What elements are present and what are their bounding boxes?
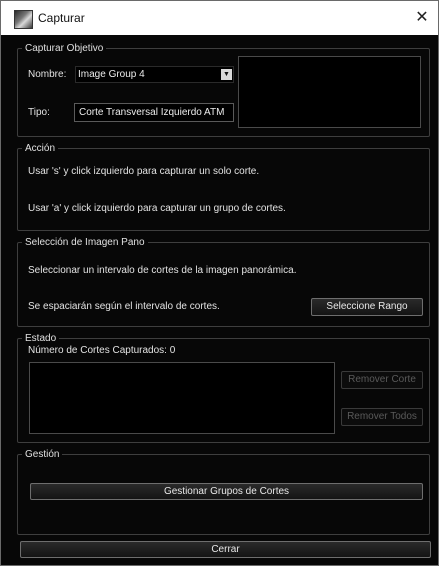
captured-count-label: Número de Cortes Capturados: 0 (28, 345, 176, 356)
capture-target-legend: Capturar Objetivo (25, 43, 104, 54)
action-group: Acción (17, 143, 430, 231)
manage-slice-groups-button[interactable]: Gestionar Grupos de Cortes (30, 483, 423, 500)
close-button[interactable]: Cerrar (20, 541, 431, 558)
window-title: Capturar (38, 11, 85, 25)
name-select-value: Image Group 4 (78, 69, 145, 80)
action-instruction-2: Usar 'a' y click izquierdo para capturar… (28, 203, 286, 214)
preview-box (238, 56, 421, 128)
type-label: Tipo: (28, 107, 50, 118)
pano-instruction-2: Se espaciarán según el intervalo de cort… (28, 301, 220, 312)
name-label: Nombre: (28, 69, 67, 80)
select-range-button[interactable]: Seleccione Rango (311, 298, 423, 316)
action-instruction-1: Usar 's' y click izquierdo para capturar… (28, 166, 260, 177)
action-legend: Acción (25, 143, 56, 154)
close-icon[interactable]: ✕ (411, 7, 433, 29)
status-legend: Estado (25, 333, 57, 344)
remove-all-button[interactable]: Remover Todos (341, 408, 423, 426)
title-bar: Capturar ✕ (1, 1, 438, 35)
captured-slices-list[interactable] (29, 362, 335, 434)
capture-app-icon (14, 10, 33, 29)
type-field[interactable]: Corte Transversal Izquierdo ATM (74, 103, 234, 122)
remove-slice-button[interactable]: Remover Corte (341, 371, 423, 389)
name-select[interactable]: Image Group 4 ▼ (75, 66, 234, 83)
triangle-down-icon[interactable]: ▼ (221, 69, 232, 80)
capture-dialog: Capturar ✕ Capturar Objetivo Nombre: Ima… (0, 0, 439, 566)
pano-selection-legend: Selección de Imagen Pano (25, 237, 145, 248)
type-field-value: Corte Transversal Izquierdo ATM (79, 107, 225, 118)
pano-instruction-1: Seleccionar un intervalo de cortes de la… (28, 265, 297, 276)
management-legend: Gestión (25, 449, 60, 460)
